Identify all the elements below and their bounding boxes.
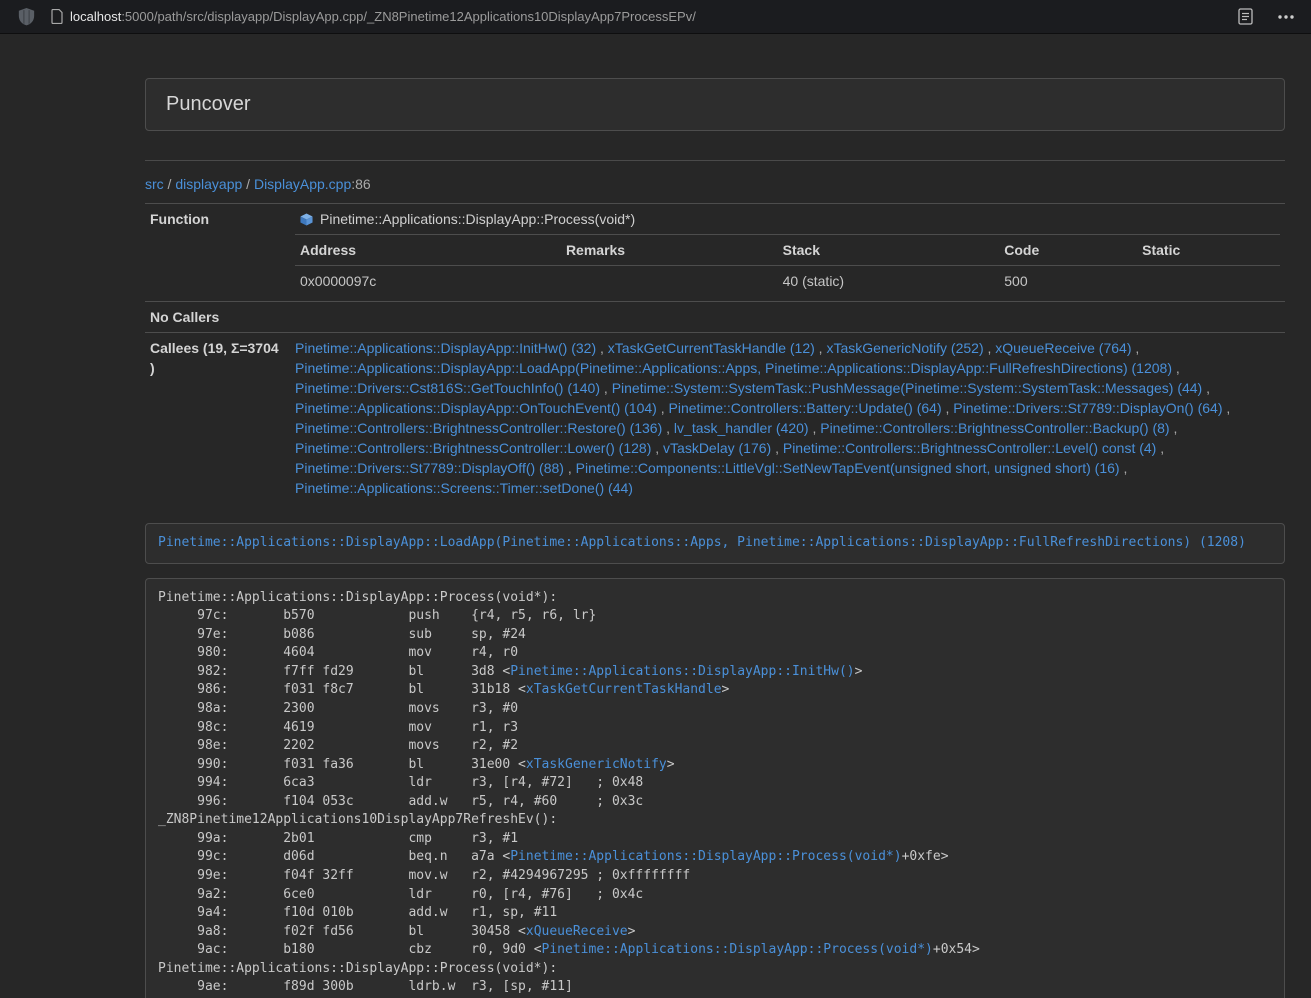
breadcrumb-link[interactable]: DisplayApp.cpp: [254, 176, 351, 192]
code-symbol-link[interactable]: Pinetime::Applications::DisplayApp::Proc…: [542, 942, 933, 957]
no-callers-empty-cell: [290, 302, 1285, 333]
breadcrumb: src / displayapp / DisplayApp.cpp:86: [145, 174, 1285, 194]
callee-link[interactable]: vTaskDelay (176): [663, 440, 771, 456]
separator: ,: [662, 420, 674, 436]
separator: /: [242, 176, 254, 192]
column-stack: Stack: [778, 235, 1000, 266]
callee-link[interactable]: Pinetime::Drivers::Cst816S::GetTouchInfo…: [295, 380, 600, 396]
separator: ,: [1131, 340, 1139, 356]
breadcrumb-link[interactable]: src: [145, 176, 164, 192]
code-symbol-link[interactable]: Pinetime::Applications::DisplayApp::Proc…: [510, 849, 901, 864]
callee-link[interactable]: xQueueReceive (764): [995, 340, 1131, 356]
separator: ,: [651, 440, 663, 456]
callee-link[interactable]: Pinetime::Drivers::St7789::DisplayOn() (…: [953, 400, 1222, 416]
callee-link[interactable]: Pinetime::Applications::DisplayApp::OnTo…: [295, 400, 657, 416]
callee-link[interactable]: Pinetime::Controllers::Battery::Update()…: [669, 400, 942, 416]
static-value: [1137, 266, 1280, 297]
disassembly: Pinetime::Applications::DisplayApp::Proc…: [145, 578, 1285, 998]
function-header: Pinetime::Applications::DisplayApp::Proc…: [295, 209, 1280, 234]
callees-row: Callees (19, Σ=3704 ) Pinetime::Applicat…: [145, 333, 1285, 504]
callee-link[interactable]: lv_task_handler (420): [674, 420, 809, 436]
snippet-box: Pinetime::Applications::DisplayApp::Load…: [145, 523, 1285, 564]
stats-value-row: 0x0000097c 40 (static) 500: [295, 266, 1280, 297]
code-symbol-link[interactable]: xTaskGetCurrentTaskHandle: [526, 682, 722, 697]
overflow-menu-icon[interactable]: [1277, 14, 1295, 20]
function-label: Function: [145, 204, 290, 302]
code-symbol-link[interactable]: xTaskGenericNotify: [526, 757, 667, 772]
stats-header-row: Address Remarks Stack Code Static: [295, 235, 1280, 266]
function-stats-table: Address Remarks Stack Code Static 0x0000…: [295, 234, 1280, 296]
callee-link[interactable]: Pinetime::Controllers::BrightnessControl…: [783, 440, 1156, 456]
callee-link[interactable]: Pinetime::Components::LittleVgl::SetNewT…: [576, 460, 1120, 476]
callee-link[interactable]: xTaskGenericNotify (252): [826, 340, 983, 356]
code-symbol-link[interactable]: xQueueReceive: [526, 924, 628, 939]
function-row: Function Pinetime::Applications::Display…: [145, 204, 1285, 302]
no-callers-label: No Callers: [145, 302, 290, 333]
separator: ,: [1223, 400, 1231, 416]
code-value: 500: [999, 266, 1137, 297]
separator: ,: [809, 420, 821, 436]
callee-link[interactable]: Pinetime::Controllers::BrightnessControl…: [295, 420, 662, 436]
separator: ,: [657, 400, 669, 416]
callee-link[interactable]: xTaskGetCurrentTaskHandle (12): [608, 340, 815, 356]
separator: ,: [1202, 380, 1210, 396]
app-title-box: Puncover: [145, 78, 1285, 131]
separator: ,: [1170, 420, 1178, 436]
reader-mode-icon[interactable]: [1238, 8, 1253, 25]
callee-link[interactable]: Pinetime::Applications::DisplayApp::Load…: [295, 360, 1172, 376]
remarks-value: [561, 266, 778, 297]
separator: ,: [1172, 360, 1180, 376]
breadcrumb-link[interactable]: displayapp: [175, 176, 242, 192]
function-table: Function Pinetime::Applications::Display…: [145, 203, 1285, 503]
snippet-link[interactable]: Pinetime::Applications::DisplayApp::Load…: [158, 535, 1246, 550]
separator: ,: [1156, 440, 1164, 456]
url-host: localhost: [70, 9, 121, 24]
callee-link[interactable]: Pinetime::Applications::DisplayApp::Init…: [295, 340, 596, 356]
address-value: 0x0000097c: [295, 266, 561, 297]
url-path: :5000/path/src/displayapp/DisplayApp.cpp…: [121, 9, 696, 24]
separator: ,: [1120, 460, 1128, 476]
separator: ,: [771, 440, 783, 456]
callees-label: Callees (19, Σ=3704 ): [145, 333, 290, 504]
browser-chrome: localhost:5000/path/src/displayapp/Displ…: [0, 0, 1311, 34]
no-callers-row: No Callers: [145, 302, 1285, 333]
separator: /: [164, 176, 176, 192]
shield-icon[interactable]: [18, 7, 35, 26]
callees-list: Pinetime::Applications::DisplayApp::Init…: [290, 333, 1285, 504]
callee-link[interactable]: Pinetime::Controllers::BrightnessControl…: [820, 420, 1169, 436]
separator: ,: [815, 340, 827, 356]
column-code: Code: [999, 235, 1137, 266]
separator: ,: [564, 460, 576, 476]
toolbar-actions: [1238, 8, 1295, 25]
separator: :86: [351, 176, 370, 192]
separator: ,: [984, 340, 996, 356]
function-name: Pinetime::Applications::DisplayApp::Proc…: [320, 209, 635, 229]
divider: [145, 160, 1285, 161]
stack-value: 40 (static): [778, 266, 1000, 297]
page-title: Puncover: [166, 93, 251, 115]
callee-link[interactable]: Pinetime::Applications::Screens::Timer::…: [295, 480, 633, 496]
page-icon: [51, 9, 63, 24]
column-remarks: Remarks: [561, 235, 778, 266]
callee-link[interactable]: Pinetime::Drivers::St7789::DisplayOff() …: [295, 460, 564, 476]
code-symbol-link[interactable]: Pinetime::Applications::DisplayApp::Init…: [510, 664, 854, 679]
method-icon: [300, 213, 313, 226]
separator: ,: [596, 340, 608, 356]
url-bar[interactable]: localhost:5000/path/src/displayapp/Displ…: [51, 9, 1238, 24]
separator: ,: [600, 380, 612, 396]
column-static: Static: [1137, 235, 1280, 266]
separator: ,: [942, 400, 954, 416]
callee-link[interactable]: Pinetime::Controllers::BrightnessControl…: [295, 440, 651, 456]
callee-link[interactable]: Pinetime::System::SystemTask::PushMessag…: [612, 380, 1203, 396]
column-address: Address: [295, 235, 561, 266]
main-content: Puncover src / displayapp / DisplayApp.c…: [145, 34, 1285, 998]
